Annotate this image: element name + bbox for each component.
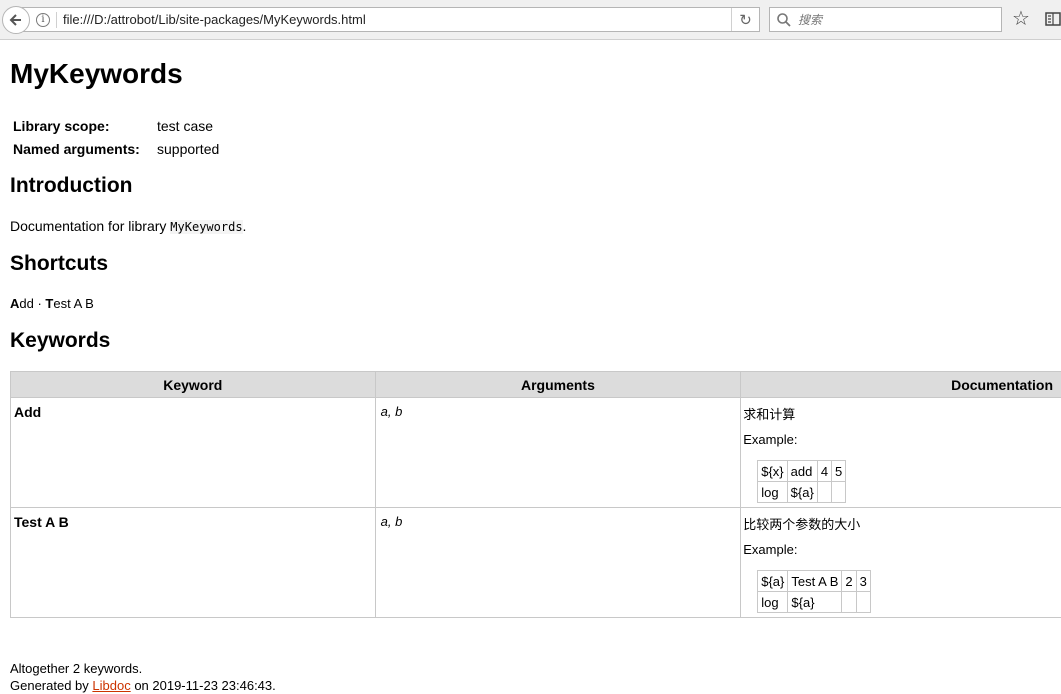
meta-row-named-args: Named arguments: supported: [13, 137, 219, 160]
shortcut-separator: ·: [34, 296, 46, 311]
page-title: MyKeywords: [10, 58, 183, 90]
example-cell: [842, 592, 856, 613]
shortcut-initial: A: [10, 296, 19, 311]
example-cell: [856, 592, 870, 613]
table-row: Test A B a, b 比较两个参数的大小 Example: ${a} Te…: [11, 508, 1061, 618]
example-cell: 5: [832, 461, 846, 482]
meta-key: Named arguments:: [13, 137, 157, 160]
meta-key: Library scope:: [13, 114, 157, 137]
shortcut-test-a-b[interactable]: Test A B: [45, 296, 93, 311]
search-input[interactable]: [796, 12, 996, 28]
generated-prefix: Generated by: [10, 678, 92, 693]
example-cell: Test A B: [788, 571, 842, 592]
introduction-text: Documentation for library MyKeywords.: [10, 218, 246, 234]
url-bar[interactable]: i file:///D:/attrobot/Lib/site-packages/…: [22, 7, 760, 32]
keyword-doc: 比较两个参数的大小 Example: ${a} Test A B 2 3 log…: [741, 508, 1061, 618]
table-row: Add a, b 求和计算 Example: ${x} add 4 5 log …: [11, 398, 1061, 508]
example-table: ${x} add 4 5 log ${a}: [757, 460, 846, 503]
example-cell: ${a}: [787, 482, 817, 503]
example-cell: ${a}: [758, 571, 788, 592]
example-cell: 2: [842, 571, 856, 592]
example-cell: log: [758, 592, 788, 613]
doc-example-label: Example:: [743, 432, 1061, 448]
shortcut-add[interactable]: Add: [10, 296, 34, 311]
keywords-table: Keyword Arguments Documentation Add a, b…: [10, 371, 1061, 618]
search-icon: [776, 12, 792, 28]
example-cell: ${x}: [758, 461, 787, 482]
doc-text: 比较两个参数的大小: [743, 514, 1061, 530]
meta-value: test case: [157, 114, 219, 137]
url-text[interactable]: file:///D:/attrobot/Lib/site-packages/My…: [63, 12, 731, 27]
example-row: log ${a}: [758, 482, 846, 503]
keyword-name[interactable]: Test A B: [11, 508, 376, 618]
intro-suffix: .: [243, 218, 247, 234]
doc-example-label: Example:: [743, 542, 1061, 558]
page-footer: Altogether 2 keywords. Generated by Libd…: [10, 660, 276, 694]
shortcut-rest: dd: [19, 296, 33, 311]
example-row: ${x} add 4 5: [758, 461, 846, 482]
example-cell: add: [787, 461, 817, 482]
search-box[interactable]: [769, 7, 1002, 32]
keyword-name[interactable]: Add: [11, 398, 376, 508]
example-cell: [817, 482, 831, 503]
keyword-args: a, b: [375, 398, 741, 508]
libdoc-link[interactable]: Libdoc: [92, 678, 130, 693]
example-cell: 4: [817, 461, 831, 482]
meta-row-scope: Library scope: test case: [13, 114, 219, 137]
keyword-args: a, b: [375, 508, 741, 618]
keyword-doc: 求和计算 Example: ${x} add 4 5 log ${a}: [741, 398, 1061, 508]
example-table: ${a} Test A B 2 3 log ${a}: [757, 570, 871, 613]
header-documentation: Documentation: [741, 372, 1061, 398]
example-cell: ${a}: [788, 592, 842, 613]
library-metadata: Library scope: test case Named arguments…: [13, 114, 219, 160]
doc-text: 求和计算: [743, 404, 1061, 420]
meta-value: supported: [157, 137, 219, 160]
shortcut-rest: est A B: [53, 296, 93, 311]
generated-suffix: on 2019-11-23 23:46:43.: [131, 678, 276, 693]
example-cell: [832, 482, 846, 503]
shortcuts-list: Add · Test A B: [10, 296, 94, 311]
table-header-row: Keyword Arguments Documentation: [11, 372, 1061, 398]
keywords-heading: Keywords: [10, 329, 110, 353]
example-cell: 3: [856, 571, 870, 592]
bookmark-star-icon[interactable]: ☆: [1012, 8, 1030, 30]
browser-toolbar: i file:///D:/attrobot/Lib/site-packages/…: [0, 0, 1061, 40]
back-button[interactable]: [2, 6, 30, 34]
shortcuts-heading: Shortcuts: [10, 252, 108, 276]
header-arguments: Arguments: [375, 372, 741, 398]
reading-list-icon[interactable]: [1045, 11, 1061, 27]
introduction-heading: Introduction: [10, 174, 132, 198]
intro-prefix: Documentation for library: [10, 218, 170, 234]
header-keyword: Keyword: [11, 372, 376, 398]
example-cell: log: [758, 482, 787, 503]
back-arrow-icon: [8, 12, 24, 28]
intro-code: MyKeywords: [170, 220, 242, 234]
example-row: ${a} Test A B 2 3: [758, 571, 871, 592]
reload-icon[interactable]: ↻: [731, 8, 759, 31]
generated-by: Generated by Libdoc on 2019-11-23 23:46:…: [10, 677, 276, 694]
url-separator: [56, 12, 57, 28]
info-icon[interactable]: i: [36, 13, 50, 27]
keyword-count: Altogether 2 keywords.: [10, 660, 276, 677]
example-row: log ${a}: [758, 592, 871, 613]
